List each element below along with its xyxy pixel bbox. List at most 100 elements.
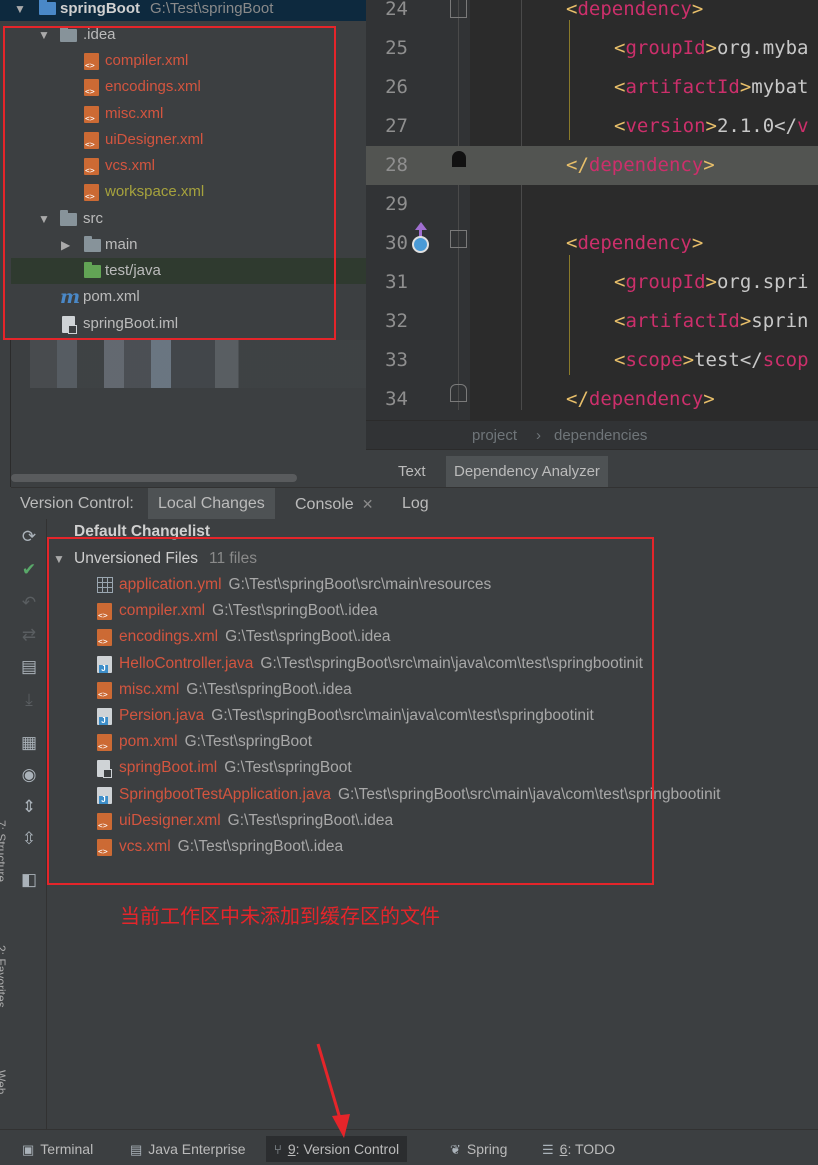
code-token: version [625, 115, 706, 137]
code-line[interactable]: 25 <groupId>org.myba [366, 29, 818, 68]
annotation-box [3, 26, 336, 340]
code-line[interactable]: 27 <version>2.1.0</v [366, 107, 818, 146]
shelve-icon[interactable]: ⤓ [19, 690, 39, 710]
code-token: artifactId [625, 310, 740, 332]
side-tab-web[interactable]: Web [0, 1070, 8, 1094]
tool-button-label: : Version Control [295, 1141, 400, 1157]
side-tab-structure[interactable]: 7: Structure [0, 820, 8, 882]
eye-icon[interactable]: ◉ [19, 765, 39, 785]
code-token: > [682, 349, 695, 371]
code-token: </ [566, 154, 589, 176]
changelist-icon[interactable]: ▤ [19, 657, 39, 677]
code-token: test</ [694, 349, 763, 371]
code-token: dependency [588, 388, 704, 410]
annotation-text: 当前工作区中未添加到缓存区的文件 [120, 906, 440, 928]
project-root-path: G:\Test\springBoot [150, 0, 274, 17]
commit-icon[interactable]: ✔ [19, 560, 39, 580]
code-line[interactable]: 32 <artifactId>sprin [366, 302, 818, 341]
code-token: dependency [577, 232, 692, 254]
tool-button-label: : TODO [567, 1141, 616, 1157]
code-line[interactable]: 34 </dependency> [366, 380, 818, 419]
code-token: dependency [577, 0, 692, 20]
tab-text[interactable]: Text [390, 456, 434, 488]
editor-bottom-tabs: Text Dependency Analyzer [366, 449, 818, 488]
code-editor[interactable]: 24 <dependency> 25 <groupId>org.myba 26 <arti… [366, 0, 818, 420]
code-line[interactable]: 31 <groupId>org.spri [366, 263, 818, 302]
diff-icon[interactable]: ⇄ [19, 625, 39, 645]
tool-button-java-enterprise[interactable]: ▤ Java Enterprise [122, 1136, 254, 1162]
tab-local-changes[interactable]: Local Changes [148, 488, 275, 520]
fold-marker-icon[interactable] [450, 230, 467, 248]
code-token: org.spri [716, 271, 809, 293]
tool-button-label: Java Enterprise [148, 1141, 246, 1157]
project-tool-window: ▼ springBoot G:\Test\springBoot ▼ .idea … [0, 0, 366, 487]
code-token: org.myba [716, 37, 809, 59]
code-text: <scope>test</scop [614, 341, 809, 380]
code-line[interactable]: 26 <artifactId>mybat [366, 68, 818, 107]
tab-dependency-analyzer[interactable]: Dependency Analyzer [446, 456, 608, 488]
code-token: < [614, 310, 626, 332]
breadcrumb-separator: › [536, 427, 541, 444]
code-token: > [705, 115, 717, 137]
code-line[interactable]: 33 <scope>test</scop [366, 341, 818, 380]
version-control-title: Version Control: [20, 495, 134, 512]
group-by-icon[interactable]: ▦ [19, 733, 39, 753]
annotation-arrow [316, 1043, 350, 1138]
tool-button-spring[interactable]: ❦ Spring [442, 1136, 515, 1162]
fold-end-icon[interactable] [452, 151, 466, 167]
close-icon[interactable]: ✕ [362, 496, 374, 512]
expand-all-icon[interactable]: ⇕ [19, 797, 39, 817]
code-token: < [614, 115, 626, 137]
version-control-header: Version Control: Local Changes Console ✕ … [11, 487, 818, 520]
java-enterprise-icon: ▤ [130, 1142, 143, 1157]
todo-icon: ☰ [542, 1142, 554, 1157]
code-line[interactable]: 28 </dependency> [366, 146, 818, 185]
version-control-icon: ⑂ [274, 1142, 282, 1157]
horizontal-scrollbar[interactable] [11, 474, 297, 482]
code-line[interactable]: 24 <dependency> [366, 0, 818, 29]
line-number: 30 [385, 232, 408, 254]
fold-end-icon[interactable] [450, 384, 467, 402]
tool-button-label: Terminal [40, 1141, 94, 1157]
code-text: <artifactId>sprin [614, 302, 809, 341]
line-number: 25 [385, 37, 408, 59]
line-number: 33 [385, 349, 408, 371]
code-text: <groupId>org.myba [614, 29, 809, 68]
preview-icon[interactable]: ◧ [19, 870, 39, 890]
side-tab-favorites[interactable]: 2: Favorites [0, 945, 8, 1008]
tool-button-label: Spring [466, 1141, 508, 1157]
left-tool-strip [0, 340, 11, 487]
code-text: <dependency> [566, 0, 703, 29]
line-number: 29 [385, 193, 408, 215]
code-token: > [705, 271, 717, 293]
chevron-down-icon[interactable]: ▼ [14, 0, 26, 21]
tool-button-number: 9 [287, 1141, 296, 1157]
code-token: </ [566, 388, 589, 410]
line-number: 28 [366, 146, 408, 185]
line-number: 27 [385, 115, 408, 137]
code-line[interactable]: 29 [366, 185, 818, 224]
code-token: < [614, 76, 626, 98]
project-root-node[interactable]: ▼ springBoot G:\Test\springBoot [0, 0, 366, 21]
collapse-all-icon[interactable]: ⇳ [19, 829, 39, 849]
refresh-icon[interactable]: ⟳ [19, 527, 39, 547]
tab-console[interactable]: Console ✕ [285, 488, 383, 520]
terminal-icon: ▣ [22, 1142, 35, 1157]
maven-dependency-icon[interactable] [411, 222, 429, 256]
tab-log[interactable]: Log [392, 488, 439, 520]
code-token: v [797, 115, 809, 137]
breadcrumb-item-project[interactable]: project [472, 421, 517, 450]
line-number: 34 [385, 388, 408, 410]
code-token: < [566, 0, 578, 20]
tool-button-todo[interactable]: ☰ 6: TODO [534, 1136, 623, 1162]
code-token: mybat [751, 76, 809, 98]
code-token: > [691, 232, 704, 254]
breadcrumb-item-dependencies[interactable]: dependencies [554, 421, 647, 450]
tool-button-terminal[interactable]: ▣ Terminal [14, 1136, 101, 1162]
code-line[interactable]: 30 <dependency> [366, 224, 818, 263]
code-token: groupId [625, 271, 706, 293]
code-token: dependency [588, 154, 704, 176]
code-text: </dependency> [566, 146, 715, 185]
fold-marker-icon[interactable] [450, 0, 467, 18]
rollback-icon[interactable]: ↶ [19, 593, 39, 613]
